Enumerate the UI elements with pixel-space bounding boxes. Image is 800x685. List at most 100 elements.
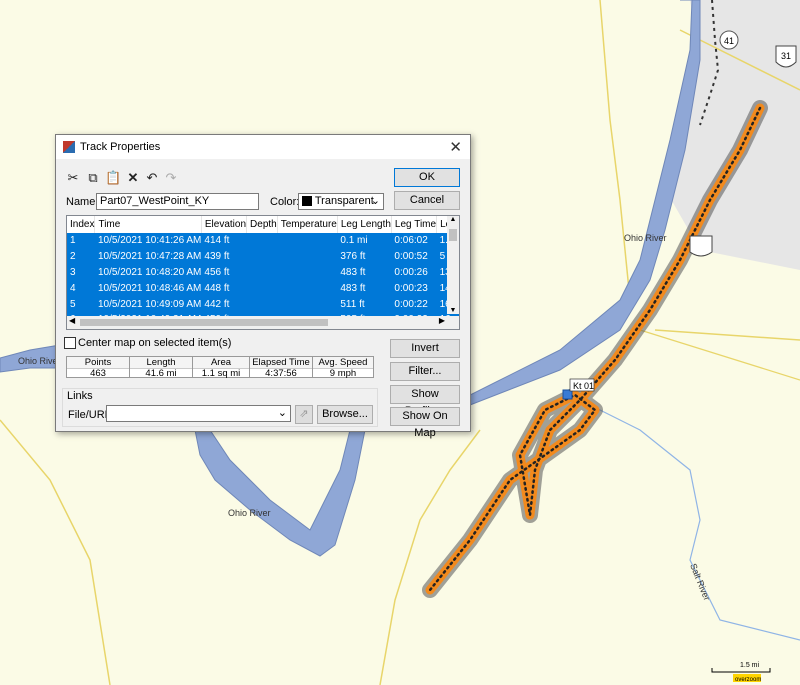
stat-cell: Avg. Speed 9 mph bbox=[312, 356, 374, 379]
table-cell: 483 ft bbox=[340, 266, 366, 278]
table-cell: 376 ft bbox=[340, 251, 366, 263]
table-row[interactable]: 5 10/5/2021 10:49:09 AM 442 ft 511 ft 0:00:2… bbox=[67, 296, 459, 312]
center-map-checkbox[interactable] bbox=[64, 337, 76, 349]
table-cell: 0:00:23 bbox=[394, 282, 428, 294]
scale-note: overzoom bbox=[735, 677, 761, 683]
delete-icon[interactable]: ✕ bbox=[125, 170, 141, 186]
file-url-field[interactable]: ⌄ bbox=[106, 405, 291, 422]
column-header[interactable]: Elevation bbox=[201, 216, 248, 233]
color-swatch bbox=[302, 196, 312, 207]
route-31-label: 31 bbox=[781, 51, 791, 61]
scroll-up-icon[interactable]: ▲ bbox=[447, 216, 459, 223]
track-stats: Points 463 Length 41.6 mi Area 1.1 sq mi Elaps… bbox=[66, 356, 378, 379]
table-cell bbox=[247, 233, 278, 249]
column-header[interactable]: Temperature bbox=[277, 216, 338, 233]
center-map-label: Center map on selected item(s) bbox=[78, 337, 232, 349]
cut-icon[interactable]: ✂ bbox=[65, 170, 81, 186]
column-header[interactable]: Time bbox=[94, 216, 202, 233]
table-cell: 511 ft bbox=[340, 298, 365, 310]
stat-value: 41.6 mi bbox=[145, 368, 177, 379]
filter-button[interactable]: Filter... bbox=[390, 362, 460, 381]
table-cell: 10/5/2021 10:48:20 AM bbox=[97, 266, 202, 278]
table-cell bbox=[247, 265, 278, 281]
table-cell: 4 bbox=[70, 282, 76, 294]
route-41-shield: 41 bbox=[719, 30, 739, 50]
paste-icon[interactable]: 📋 bbox=[105, 170, 121, 186]
table-row[interactable]: 2 10/5/2021 10:47:28 AM 439 ft 376 ft 0:00:5… bbox=[67, 248, 459, 265]
redo-icon[interactable]: ↷ bbox=[163, 170, 179, 186]
color-value: Transparent bbox=[314, 195, 374, 207]
column-header[interactable]: Leg Length bbox=[337, 216, 392, 233]
table-cell: 10/5/2021 10:48:46 AM bbox=[97, 282, 202, 294]
scroll-left-icon[interactable]: ◀ bbox=[69, 316, 75, 325]
table-cell: 0:00:26 bbox=[394, 266, 428, 278]
stat-cell: Points 463 bbox=[66, 356, 130, 379]
link-open-button[interactable]: ⇗ bbox=[295, 405, 313, 424]
table-cell: 10/5/2021 10:41:26 AM bbox=[97, 235, 202, 247]
column-headers: Index Time Elevation Depth Temperature Leg Le… bbox=[67, 216, 459, 233]
table-cell: 414 ft bbox=[204, 235, 230, 247]
horizontal-scrollbar[interactable]: ◀ ▶ bbox=[67, 316, 459, 329]
table-row[interactable]: 4 10/5/2021 10:48:46 AM 448 ft 483 ft 0:00:2… bbox=[67, 280, 459, 297]
scroll-right-icon[interactable]: ▶ bbox=[439, 316, 445, 325]
undo-icon[interactable]: ↶ bbox=[144, 170, 160, 186]
close-icon[interactable]: ✕ bbox=[449, 138, 462, 156]
ohio-river-label: Ohio River bbox=[624, 233, 667, 243]
vertical-scrollbar[interactable]: ▲ ▼ bbox=[447, 216, 459, 314]
table-cell bbox=[277, 280, 337, 296]
color-select[interactable]: Transparent ⌄ bbox=[298, 193, 384, 210]
scroll-down-icon[interactable]: ▼ bbox=[447, 307, 459, 314]
name-label: Name: bbox=[66, 196, 99, 208]
show-profile-button[interactable]: Show Profile... bbox=[390, 385, 460, 417]
stat-value: 463 bbox=[90, 368, 106, 379]
stat-cell: Area 1.1 sq mi bbox=[192, 356, 250, 379]
scale-distance: 1.5 mi bbox=[740, 662, 760, 669]
column-header[interactable]: Index bbox=[67, 216, 96, 233]
hscroll-thumb[interactable] bbox=[80, 319, 328, 326]
name-field[interactable]: Part07_WestPoint_KY bbox=[96, 193, 259, 210]
stat-cell: Elapsed Time 4:37:56 bbox=[249, 356, 313, 379]
column-header[interactable]: Leg Time bbox=[391, 216, 438, 233]
color-label: Color: bbox=[270, 196, 300, 208]
route-41-label: 41 bbox=[724, 36, 734, 46]
track-points-table: Index Time Elevation Depth Temperature Leg Le… bbox=[67, 216, 459, 329]
stat-value: 1.1 sq mi bbox=[201, 368, 241, 379]
links-group: Links File/URL: ⌄ ⇗ Browse... bbox=[62, 388, 378, 427]
table-cell: 439 ft bbox=[204, 251, 230, 263]
browse-button[interactable]: Browse... bbox=[317, 405, 373, 424]
table-cell: 1 bbox=[70, 235, 76, 247]
scroll-thumb[interactable] bbox=[449, 229, 457, 241]
table-cell: 3 bbox=[70, 266, 76, 278]
copy-icon[interactable]: ⧉ bbox=[85, 170, 101, 186]
stat-cell: Length 41.6 mi bbox=[129, 356, 193, 379]
ok-button[interactable]: OK bbox=[394, 168, 460, 187]
table-cell: 456 ft bbox=[204, 266, 230, 278]
track-points-list[interactable]: Index Time Elevation Depth Temperature Leg Le… bbox=[66, 215, 460, 330]
route-shield-sw bbox=[689, 235, 713, 257]
table-cell: 448 ft bbox=[204, 282, 230, 294]
table-cell bbox=[247, 296, 278, 312]
waypoint-label: Kt 01 bbox=[573, 381, 594, 391]
table-cell: 0:00:52 bbox=[394, 251, 428, 263]
table-cell bbox=[247, 249, 278, 265]
table-cell bbox=[277, 265, 337, 281]
table-cell: 10/5/2021 10:49:09 AM bbox=[97, 298, 202, 310]
column-header[interactable]: Depth bbox=[246, 216, 278, 233]
chevron-down-icon: ⌄ bbox=[370, 195, 380, 207]
dialog-titlebar[interactable]: Track Properties ✕ bbox=[56, 135, 470, 159]
table-cell: 442 ft bbox=[204, 298, 230, 310]
show-on-map-button[interactable]: Show On Map bbox=[390, 407, 460, 439]
table-cell: 0:00:22 bbox=[394, 298, 428, 310]
chevron-down-icon: ⌄ bbox=[277, 407, 287, 419]
stat-value: 9 mph bbox=[329, 368, 357, 379]
ohio-river-label: Ohio River bbox=[228, 508, 271, 518]
table-cell: 0.1 mi bbox=[340, 235, 368, 247]
table-row[interactable]: 3 10/5/2021 10:48:20 AM 456 ft 483 ft 0:00:2… bbox=[67, 264, 459, 281]
invert-button[interactable]: Invert bbox=[390, 339, 460, 358]
table-cell bbox=[277, 249, 337, 265]
table-row[interactable]: 1 10/5/2021 10:41:26 AM 414 ft 0.1 mi 0:06:0… bbox=[67, 233, 459, 249]
table-cell: 5 bbox=[70, 298, 76, 310]
cancel-button[interactable]: Cancel bbox=[394, 191, 460, 210]
track-properties-dialog: Track Properties ✕ ✂ ⧉ 📋 ✕ ↶ ↷ OK Cancel… bbox=[55, 134, 471, 439]
waypoint-marker bbox=[562, 389, 573, 400]
